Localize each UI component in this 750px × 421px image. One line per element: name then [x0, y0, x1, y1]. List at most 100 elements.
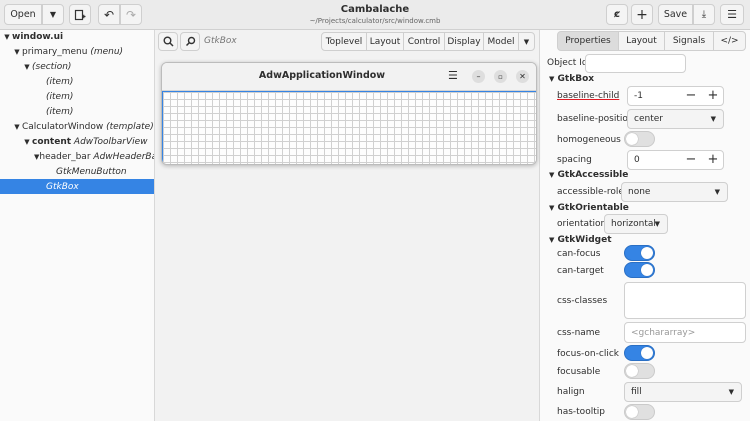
export-icon: ⤓ [701, 9, 707, 20]
switch-knob [641, 247, 653, 259]
section-gtkorientable[interactable]: ▼ GtkOrientable [549, 203, 629, 213]
tree-label: primary_menu [22, 46, 88, 57]
can-focus-label: can-focus [557, 249, 601, 259]
tree-row-section[interactable]: ▼ (section) [0, 59, 154, 74]
chevron-down-icon: ▼ [549, 75, 555, 83]
expander-icon[interactable]: ▼ [22, 63, 32, 71]
picker-button[interactable] [180, 32, 200, 51]
tree-type: GtkMenuButton [56, 166, 127, 177]
save-label: Save [663, 9, 688, 20]
tree-row-calculator-window[interactable]: ▼ CalculatorWindow (template) [0, 119, 154, 134]
tree-label: header_bar [39, 151, 91, 162]
tree-row-content[interactable]: ▼ content AdwToolbarView [0, 134, 154, 149]
tab-properties[interactable]: Properties [557, 31, 619, 51]
preview-title: AdwApplicationWindow [258, 70, 386, 81]
object-id-field[interactable] [585, 54, 686, 73]
chevron-down-icon: ▼ [549, 171, 555, 179]
tree-row-item[interactable]: (item) [0, 104, 154, 119]
expander-icon[interactable]: ▼ [12, 48, 22, 56]
tab-signals[interactable]: Signals [664, 31, 714, 51]
tab-layout-label: Layout [626, 36, 657, 46]
tree-row-item[interactable]: (item) [0, 74, 154, 89]
css-name-placeholder: <gchararray> [631, 327, 696, 338]
search-input[interactable]: GtkBox [204, 36, 237, 46]
plus-icon[interactable]: + [703, 88, 723, 104]
can-target-label: can-target [557, 266, 604, 276]
preview-menu-icon[interactable]: ☰ [448, 69, 458, 82]
can-focus-switch[interactable] [624, 245, 655, 261]
section-gtkaccessible[interactable]: ▼ GtkAccessible [549, 170, 628, 180]
tree-type: (item) [46, 76, 74, 87]
minus-icon[interactable]: − [681, 152, 701, 168]
section-gtkwidget[interactable]: ▼ GtkWidget [549, 235, 612, 245]
tree-row-gtkbox[interactable]: GtkBox [0, 179, 154, 194]
halign-dropdown[interactable]: fill ▼ [624, 382, 742, 402]
spacing-label: spacing [557, 155, 592, 165]
expander-icon[interactable]: ▼ [2, 33, 12, 41]
homogeneous-label: homogeneous [557, 135, 621, 145]
chevron-down-icon: ▼ [654, 220, 660, 228]
minus-icon[interactable]: − [681, 88, 701, 104]
orientation-label: orientation [557, 219, 607, 229]
baseline-position-dropdown[interactable]: center ▼ [627, 109, 724, 129]
section-gtkbox-label: GtkBox [557, 74, 595, 84]
accessible-role-dropdown[interactable]: none ▼ [621, 182, 728, 202]
tree-type: (menu) [90, 46, 124, 57]
tree-row-menu-button[interactable]: GtkMenuButton [0, 164, 154, 179]
toolbar-control-label: Control [407, 36, 441, 47]
toolbar-layout[interactable]: Layout [366, 32, 404, 51]
homogeneous-switch[interactable] [624, 131, 655, 147]
plus-icon: + [636, 6, 648, 23]
save-button[interactable]: Save [658, 4, 693, 25]
main-menu-button[interactable]: ☰ [720, 4, 744, 25]
search-button[interactable] [158, 32, 178, 51]
focus-on-click-switch[interactable] [624, 345, 655, 361]
export-button[interactable]: ⤓ [693, 4, 715, 25]
preview-window[interactable]: AdwApplicationWindow ☰ – ▫ ✕ [161, 62, 537, 165]
section-gtkorientable-label: GtkOrientable [557, 203, 629, 213]
plus-icon[interactable]: + [703, 152, 723, 168]
tab-layout[interactable]: Layout [618, 31, 665, 51]
has-tooltip-switch[interactable] [624, 404, 655, 420]
chevron-down-icon: ▼ [523, 37, 530, 46]
chevron-down-icon: ▼ [714, 188, 720, 196]
css-classes-field[interactable] [624, 282, 746, 319]
toolbar-display[interactable]: Display [444, 32, 484, 51]
css-name-field[interactable]: <gchararray> [624, 322, 746, 343]
baseline-position-value: center [634, 114, 663, 124]
halign-label: halign [557, 387, 585, 397]
toolbar-model[interactable]: Model [483, 32, 519, 51]
toolbar-toplevel[interactable]: Toplevel [321, 32, 367, 51]
gtkbox-placeholder[interactable] [162, 91, 536, 164]
focusable-switch[interactable] [624, 363, 655, 379]
chevron-down-icon: ▼ [549, 236, 555, 244]
tree-row-item[interactable]: (item) [0, 89, 154, 104]
chevron-down-icon: ▼ [710, 115, 716, 123]
tree-row-primary-menu[interactable]: ▼ primary_menu (menu) [0, 44, 154, 59]
css-classes-label: css-classes [557, 296, 608, 306]
pointer-icon: ȼ [614, 9, 620, 20]
toolbar-more[interactable]: ▼ [518, 32, 535, 51]
switch-knob [626, 365, 638, 377]
tree-row-header-bar[interactable]: ▼header_bar AdwHeaderBar [0, 149, 154, 164]
orientation-dropdown[interactable]: horizontal ▼ [604, 214, 668, 234]
close-icon[interactable]: ✕ [516, 70, 529, 83]
can-target-switch[interactable] [624, 262, 655, 278]
add-button[interactable]: + [631, 4, 653, 25]
tree-type: (section) [32, 61, 72, 72]
toolbar-toplevel-label: Toplevel [325, 36, 363, 47]
maximize-icon[interactable]: ▫ [494, 70, 507, 83]
expander-icon[interactable]: ▼ [22, 138, 32, 146]
section-gtkbox[interactable]: ▼ GtkBox [549, 74, 594, 84]
toolbar-control[interactable]: Control [403, 32, 445, 51]
chevron-down-icon: ▼ [549, 204, 555, 212]
tree-row-window-ui[interactable]: ▼ window.ui [0, 29, 154, 44]
chevron-down-icon: ▼ [728, 388, 734, 396]
toolbar-display-label: Display [447, 36, 481, 47]
inspector-button[interactable]: ȼ [606, 4, 628, 25]
section-gtkwidget-label: GtkWidget [557, 235, 612, 245]
tab-source[interactable]: </> [713, 31, 746, 51]
expander-icon[interactable]: ▼ [12, 123, 22, 131]
minimize-icon[interactable]: – [472, 70, 485, 83]
focusable-label: focusable [557, 367, 601, 377]
